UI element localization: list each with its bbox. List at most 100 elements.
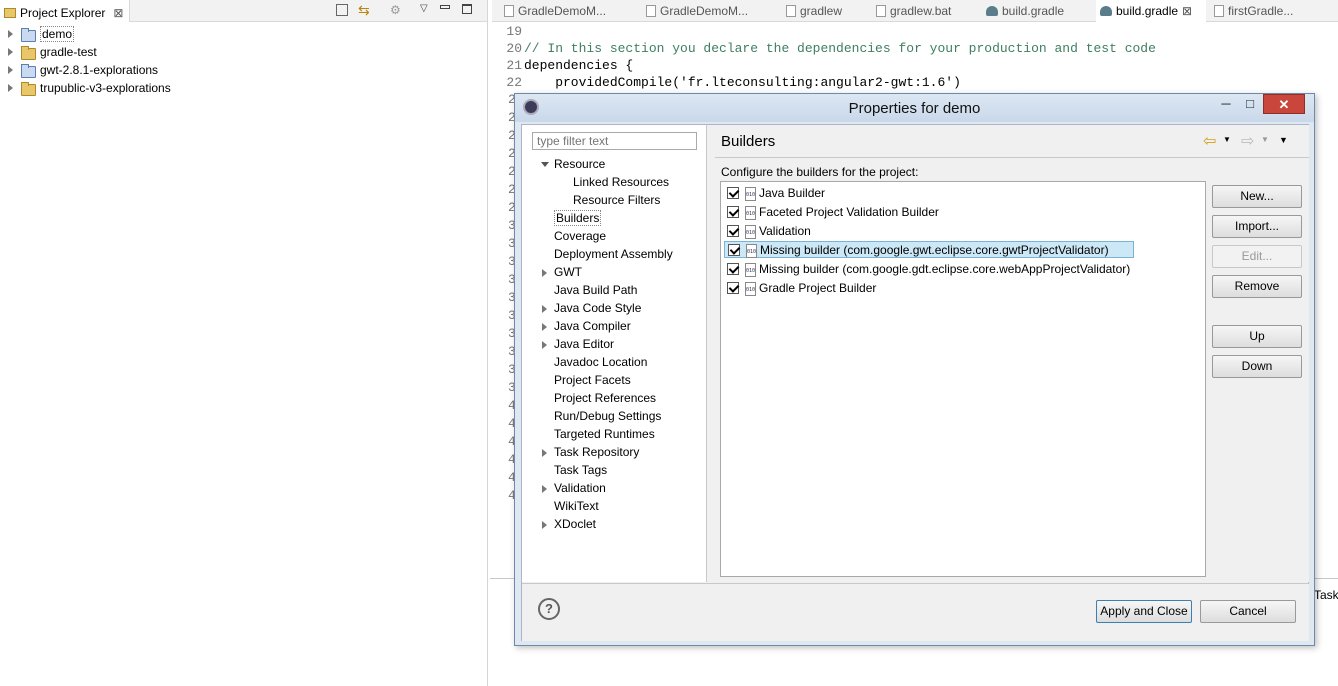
editor-tab[interactable]: gradlew.bat [872,0,978,22]
project-tree-item[interactable]: demo [6,25,476,43]
property-page-item[interactable]: XDoclet [542,517,597,531]
property-page-item[interactable]: Java Code Style [542,301,641,315]
close-icon[interactable]: ⊠ [1182,4,1192,18]
builder-checkbox[interactable] [727,262,739,275]
property-page-item[interactable]: Run/Debug Settings [554,409,661,423]
remove-button[interactable]: Remove [1212,275,1302,298]
code-editor[interactable]: 19 20// In this section you declare the d… [492,24,1338,92]
new-button[interactable]: New... [1212,185,1302,208]
builder-item[interactable]: Java Builder [727,184,825,201]
view-menu-icon[interactable]: ▼ [1279,135,1288,145]
expand-icon[interactable] [540,268,550,278]
property-page-item[interactable]: Task Repository [542,445,639,459]
property-page-label: Resource [554,157,606,171]
maximize-icon[interactable] [462,4,472,14]
project-tree-item[interactable]: trupublic-v3-explorations [6,79,476,97]
expand-icon[interactable] [540,340,550,350]
close-icon[interactable]: ⊠ [113,6,123,20]
property-page-item[interactable]: Java Editor [542,337,615,351]
back-dropdown-icon[interactable]: ▼ [1223,135,1231,144]
expand-icon[interactable] [540,448,550,458]
property-page-item[interactable]: Validation [542,481,606,495]
expand-icon[interactable] [6,83,16,93]
apply-and-close-button[interactable]: Apply and Close [1096,600,1192,623]
property-page-item[interactable]: Javadoc Location [554,355,647,369]
property-page-item[interactable]: Project Facets [554,373,631,387]
project-explorer-title: Project Explorer [20,5,106,20]
project-icon [20,45,36,60]
expand-icon[interactable] [6,47,16,57]
project-explorer-tab[interactable]: Project Explorer ⊠ [0,0,131,22]
editor-tab[interactable]: firstGradle... [1210,0,1320,22]
collapse-all-icon[interactable] [336,4,348,16]
property-page-item[interactable]: Targeted Runtimes [554,427,655,441]
builder-item[interactable]: Missing builder (com.google.gwt.eclipse.… [724,241,1134,258]
back-arrow-icon[interactable]: ⇦ [1203,131,1216,151]
property-page-item[interactable]: Resource [541,157,606,171]
property-page-label: XDoclet [554,517,597,531]
gradle-file-icon [1100,6,1112,16]
property-page-label: WikiText [554,499,599,513]
window-close-button[interactable]: ✕ [1263,94,1305,114]
property-page-item[interactable]: Project References [554,391,656,405]
editor-tab[interactable]: build.gradle ⊠ [1096,0,1206,22]
builders-list[interactable]: Java Builder Faceted Project Validation B… [720,181,1206,577]
editor-tab[interactable]: build.gradle [982,0,1092,22]
property-page-item[interactable]: Task Tags [554,463,607,477]
property-page-label: Java Editor [554,337,615,351]
editor-tab[interactable]: GradleDemoM... [642,0,778,22]
forward-dropdown-icon[interactable]: ▼ [1261,135,1269,144]
task-view-label[interactable]: Task [1314,588,1338,602]
builder-item[interactable]: Gradle Project Builder [727,279,876,296]
gradle-file-icon [986,6,998,16]
builder-item[interactable]: Validation [727,222,811,239]
expand-icon[interactable] [6,29,16,39]
code-line: 22 providedCompile('fr.lteconsulting:ang… [492,75,1338,92]
property-page-label: Javadoc Location [554,355,648,369]
help-icon[interactable]: ? [538,598,560,620]
property-page-label: Java Compiler [554,319,631,333]
property-page-item[interactable]: Resource Filters [573,193,660,207]
builder-checkbox[interactable] [728,243,740,256]
property-page-item[interactable]: Deployment Assembly [554,247,673,261]
expand-icon[interactable] [540,322,550,332]
editor-tab[interactable]: gradlew [782,0,868,22]
builder-item[interactable]: Missing builder (com.google.gdt.eclipse.… [727,260,1130,277]
builder-checkbox[interactable] [727,281,739,294]
expand-icon[interactable] [540,304,550,314]
up-button[interactable]: Up [1212,325,1302,348]
property-page-item[interactable]: GWT [542,265,582,279]
builder-checkbox[interactable] [727,205,739,218]
builder-checkbox[interactable] [727,224,739,237]
property-page-item[interactable]: Linked Resources [573,175,669,189]
dialog-body: Resource Linked Resources Resource Filters… [521,124,1309,641]
expand-icon[interactable] [6,65,16,75]
cancel-button[interactable]: Cancel [1200,600,1296,623]
expand-icon[interactable] [540,484,550,494]
property-page-item[interactable]: Coverage [554,229,606,243]
window-minimize-icon[interactable]: ─ [1213,94,1239,114]
expand-icon[interactable] [540,520,550,530]
window-maximize-icon[interactable]: □ [1237,94,1263,114]
link-with-editor-icon[interactable]: ⇆ [358,2,370,19]
editor-tab[interactable]: GradleDemoM... [500,0,638,22]
property-page-item[interactable]: Builders [554,210,602,226]
project-tree-item[interactable]: gradle-test [6,43,476,61]
builder-checkbox[interactable] [727,186,739,199]
minimize-icon[interactable] [440,5,450,9]
property-page-item[interactable]: Java Compiler [542,319,631,333]
editor-tab-label: GradleDemoM... [518,4,607,18]
edit-button[interactable]: Edit... [1212,245,1302,268]
forward-arrow-icon[interactable]: ⇨ [1241,131,1254,151]
down-button[interactable]: Down [1212,355,1302,378]
builder-item[interactable]: Faceted Project Validation Builder [727,203,939,220]
property-page-item[interactable]: WikiText [554,499,599,513]
import-button[interactable]: Import... [1212,215,1302,238]
filter-icon[interactable]: ⚙ [390,3,401,17]
builder-label: Missing builder (com.google.gdt.eclipse.… [759,261,1131,276]
filter-input[interactable] [532,132,697,150]
property-page-item[interactable]: Java Build Path [554,283,637,297]
view-menu-icon[interactable]: ▽ [420,3,428,14]
project-tree-item[interactable]: gwt-2.8.1-explorations [6,61,476,79]
expand-icon[interactable] [540,160,550,170]
